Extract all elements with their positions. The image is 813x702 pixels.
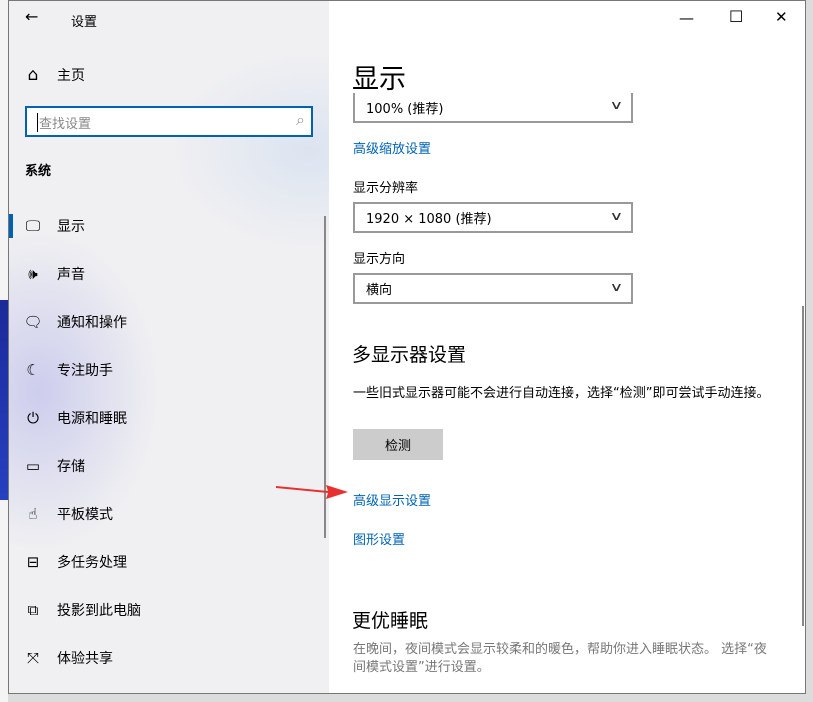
- resolution-label: 显示分辨率: [353, 177, 418, 196]
- sidebar-item-notifications[interactable]: 🗨通知和操作: [9, 302, 329, 342]
- sidebar: ← 设置 ⌂ 主页 查找设置 ⌕ 系统 🖵显示 🕪声音 🗨通知和操作 ☾专注助手…: [9, 1, 329, 694]
- sidebar-item-label: 电源和睡眠: [57, 408, 127, 428]
- sidebar-item-multitasking[interactable]: ⊟多任务处理: [9, 542, 329, 582]
- sidebar-item-display[interactable]: 🖵显示: [9, 206, 329, 246]
- multitasking-icon: ⊟: [9, 553, 57, 571]
- advanced-scaling-link[interactable]: 高级缩放设置: [353, 138, 431, 157]
- sidebar-item-label: 多任务处理: [57, 552, 127, 572]
- multi-display-description: 一些旧式显示器可能不会进行自动连接，选择“检测”即可尝试手动连接。: [353, 385, 783, 403]
- sidebar-item-label: 主页: [57, 65, 85, 85]
- graphics-settings-link[interactable]: 图形设置: [353, 529, 405, 548]
- tablet-icon: ☝: [9, 505, 57, 523]
- share-icon: ⤧: [9, 649, 57, 667]
- sidebar-item-shared-experiences[interactable]: ⤧体验共享: [9, 638, 329, 678]
- detect-button[interactable]: 检测: [353, 429, 443, 460]
- orientation-value: 横向: [366, 279, 392, 298]
- search-placeholder: 查找设置: [37, 113, 91, 132]
- sidebar-item-label: 通知和操作: [57, 312, 127, 332]
- power-icon: ⏻: [9, 409, 57, 427]
- sidebar-item-focus-assist[interactable]: ☾专注助手: [9, 350, 329, 390]
- project-icon: ⧉: [9, 601, 57, 619]
- multi-display-heading: 多显示器设置: [352, 340, 466, 367]
- sidebar-item-label: 平板模式: [57, 504, 113, 524]
- scale-value: 100% (推荐): [366, 98, 443, 117]
- sidebar-item-project[interactable]: ⧉投影到此电脑: [9, 590, 329, 630]
- orientation-dropdown[interactable]: 横向 ∨: [353, 273, 633, 304]
- page-title: 显示: [352, 57, 406, 96]
- content-scrollbar[interactable]: [802, 306, 804, 626]
- sidebar-item-storage[interactable]: ▭存储: [9, 446, 329, 486]
- maximize-button[interactable]: ☐: [729, 7, 743, 26]
- advanced-display-link[interactable]: 高级显示设置: [353, 490, 431, 509]
- sidebar-item-power[interactable]: ⏻电源和睡眠: [9, 398, 329, 438]
- monitor-icon: 🖵: [9, 217, 57, 235]
- sidebar-item-label: 显示: [57, 216, 85, 236]
- home-icon: ⌂: [9, 65, 57, 85]
- close-button[interactable]: ✕: [775, 8, 788, 26]
- sidebar-item-label: 专注助手: [57, 360, 113, 380]
- resolution-dropdown[interactable]: 1920 × 1080 (推荐) ∨: [353, 202, 633, 233]
- red-arrow-annotation: [276, 482, 350, 502]
- orientation-label: 显示方向: [353, 248, 405, 267]
- background-window: [0, 0, 8, 702]
- chevron-down-icon: ∨: [610, 98, 624, 112]
- content-pane: — ☐ ✕ 显示 100% (推荐) ∨ 高级缩放设置 显示分辨率 1920 × …: [329, 1, 806, 694]
- resolution-value: 1920 × 1080 (推荐): [366, 208, 492, 227]
- back-icon[interactable]: ←: [25, 7, 38, 26]
- speaker-icon: 🕪: [9, 265, 57, 283]
- scale-dropdown[interactable]: 100% (推荐) ∨: [353, 93, 633, 123]
- settings-window: ← 设置 ⌂ 主页 查找设置 ⌕ 系统 🖵显示 🕪声音 🗨通知和操作 ☾专注助手…: [8, 0, 806, 694]
- sidebar-item-sound[interactable]: 🕪声音: [9, 254, 329, 294]
- sidebar-item-label: 体验共享: [57, 648, 113, 668]
- search-input[interactable]: 查找设置 ⌕: [25, 106, 313, 137]
- window-title: 设置: [71, 11, 97, 30]
- sleep-description: 在晚间，夜间模式会显示较柔和的暖色，帮助你进入睡眠状态。 选择“夜间模式设置”进…: [353, 641, 773, 677]
- message-icon: 🗨: [9, 313, 57, 331]
- sidebar-item-label: 声音: [57, 264, 85, 284]
- minimize-button[interactable]: —: [679, 9, 694, 27]
- sidebar-item-label: 投影到此电脑: [57, 600, 141, 620]
- sidebar-item-home[interactable]: ⌂ 主页: [9, 55, 329, 95]
- sidebar-item-label: 存储: [57, 456, 85, 476]
- search-icon: ⌕: [296, 110, 305, 130]
- storage-icon: ▭: [9, 457, 57, 475]
- section-heading: 系统: [25, 160, 51, 179]
- moon-icon: ☾: [9, 361, 57, 379]
- chevron-down-icon: ∨: [610, 209, 624, 223]
- chevron-down-icon: ∨: [610, 280, 624, 294]
- sleep-heading: 更优睡眠: [352, 606, 428, 633]
